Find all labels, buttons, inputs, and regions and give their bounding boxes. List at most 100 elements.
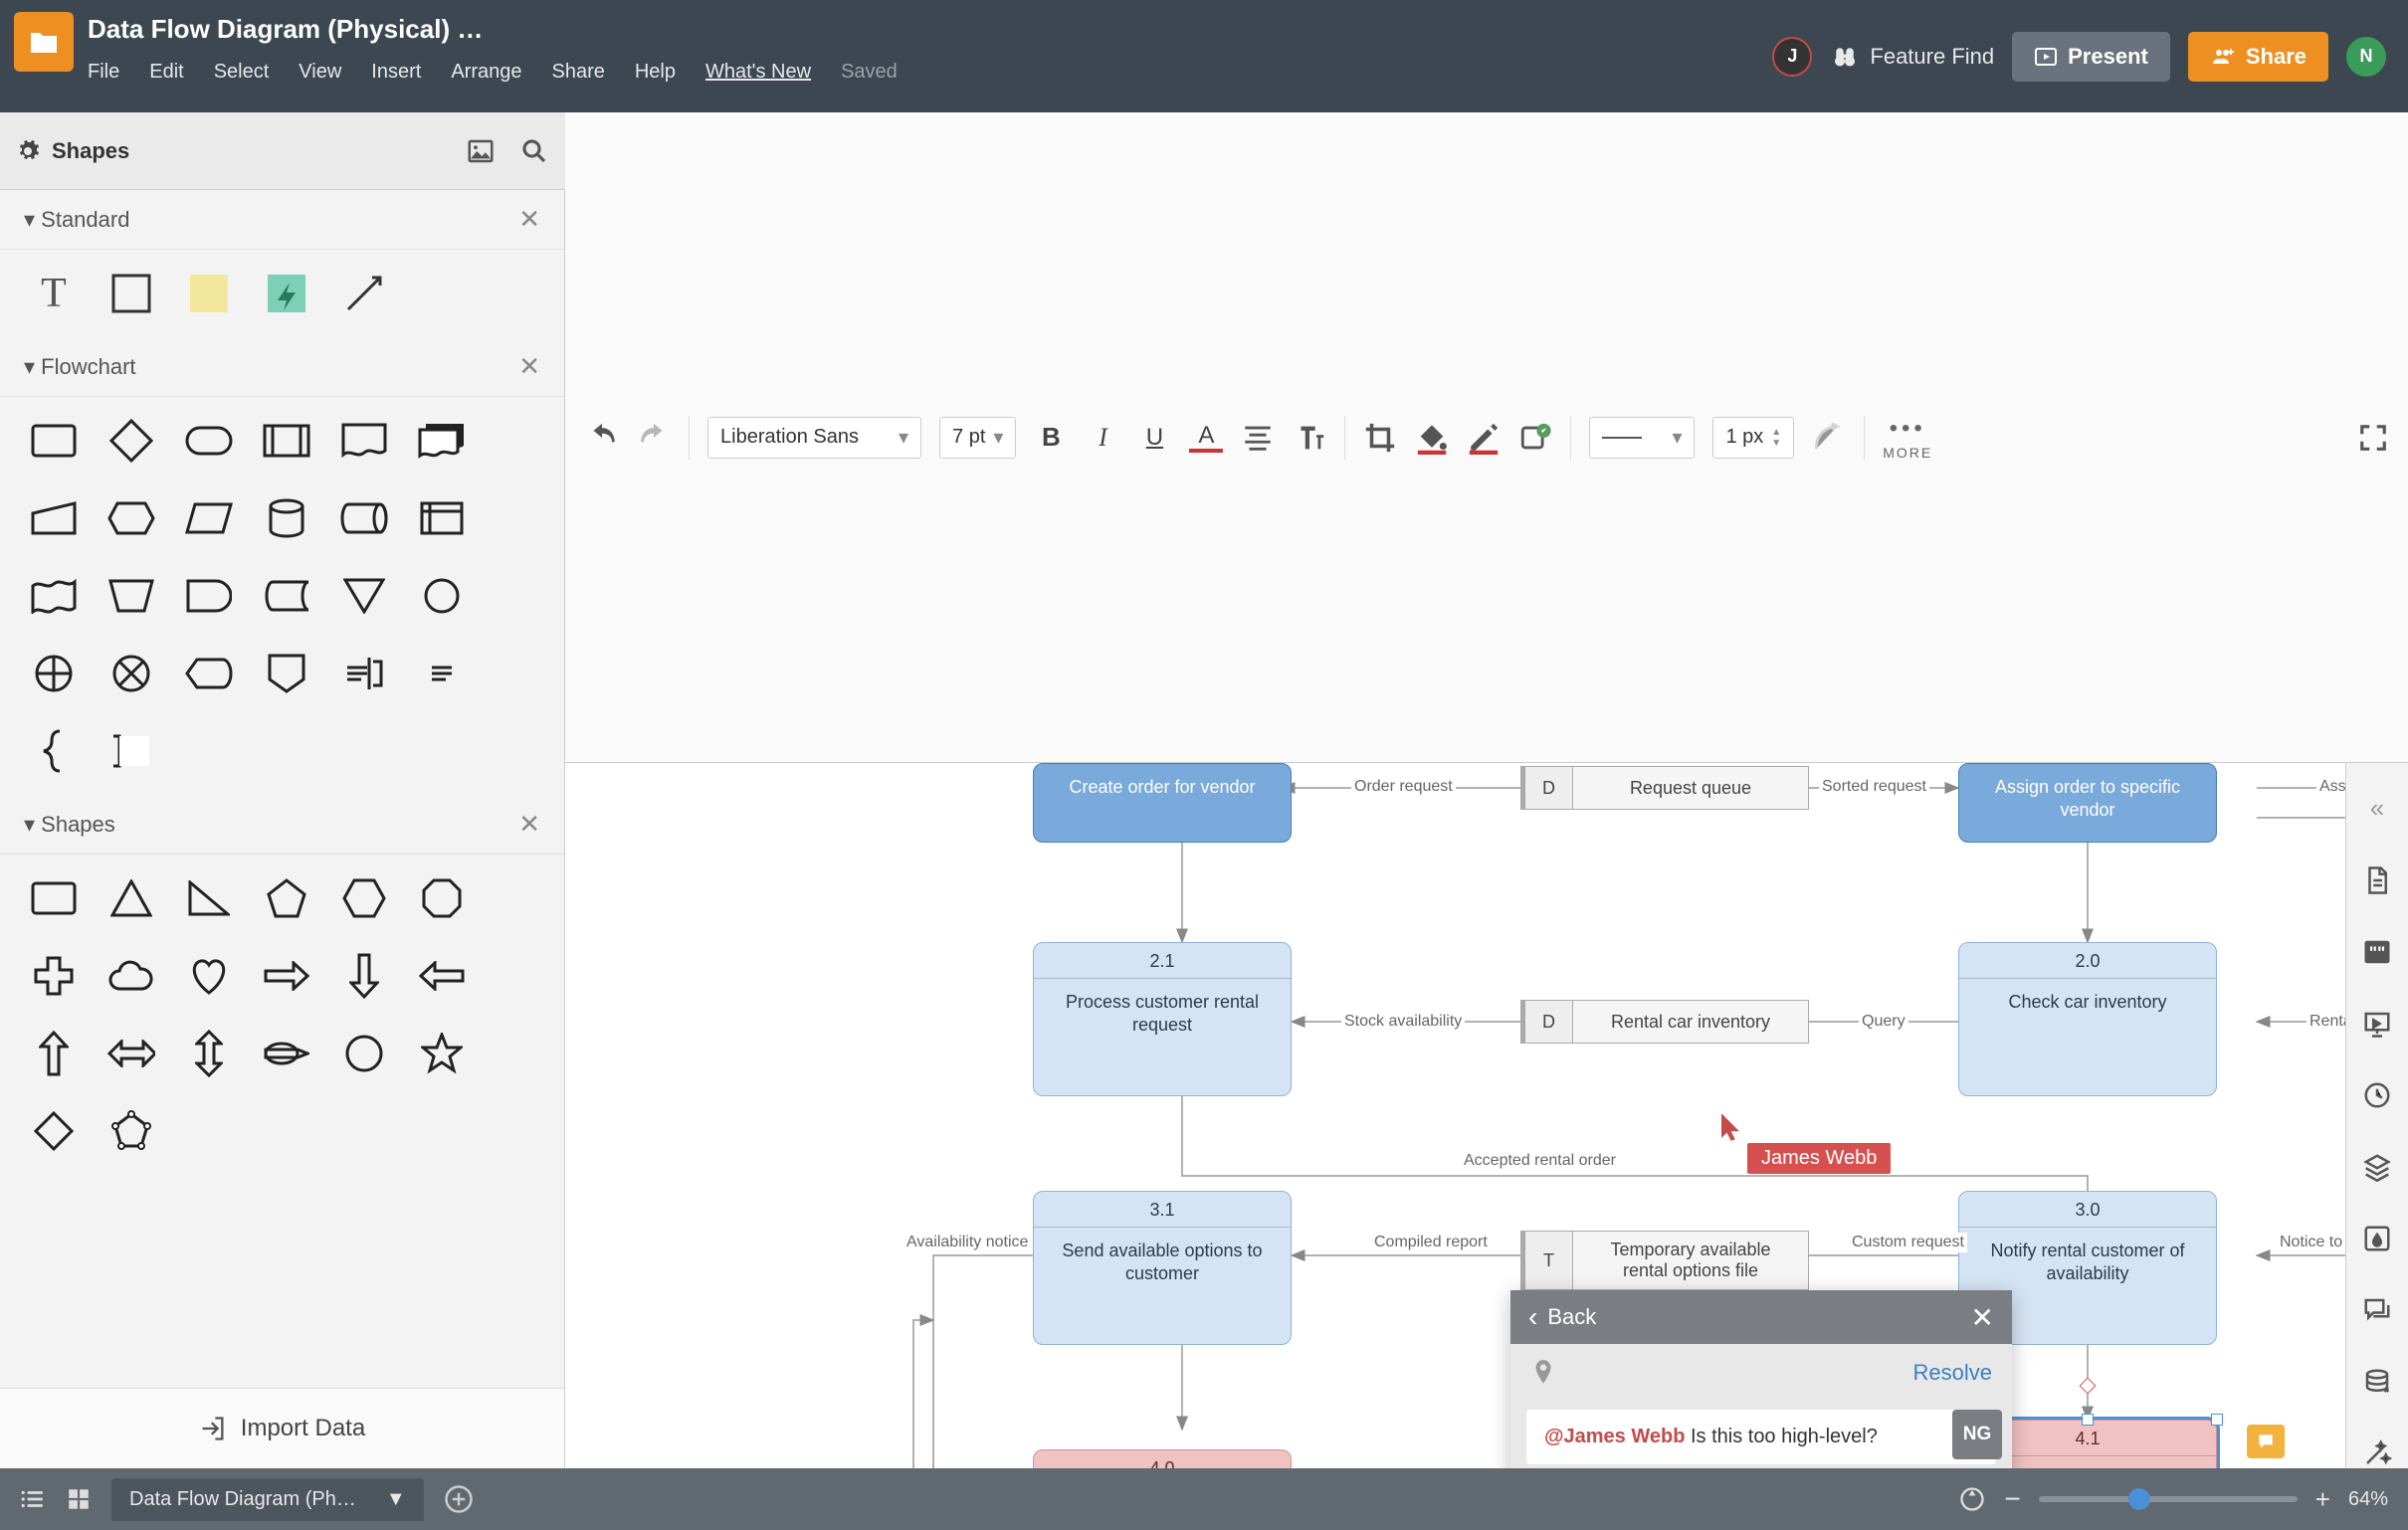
shape-process[interactable] xyxy=(30,417,78,465)
shape-card[interactable] xyxy=(107,727,155,775)
shape-hexagon[interactable] xyxy=(340,874,388,922)
shape-right-triangle[interactable] xyxy=(185,874,233,922)
shape-manual-op[interactable] xyxy=(107,572,155,620)
shape-note-left[interactable] xyxy=(418,650,466,697)
shape-or[interactable] xyxy=(30,650,78,697)
bold-button[interactable]: B xyxy=(1034,421,1068,455)
menu-file[interactable]: File xyxy=(88,61,119,84)
shape-decision[interactable] xyxy=(107,417,155,465)
shape-callout[interactable] xyxy=(263,1030,310,1077)
group-flowchart-header[interactable]: ▾ Flowchart ✕ xyxy=(0,337,564,397)
shape-text[interactable]: T xyxy=(30,270,78,317)
diagram-canvas[interactable]: Create order for vendor DRequest queue A… xyxy=(565,763,2346,1468)
shape-merge[interactable] xyxy=(340,572,388,620)
shape-sum[interactable] xyxy=(107,650,155,697)
list-view-icon[interactable] xyxy=(20,1486,46,1512)
shape-circle[interactable] xyxy=(340,1030,388,1077)
zoom-level[interactable]: 64% xyxy=(2348,1488,2388,1511)
feature-find-button[interactable]: Feature Find xyxy=(1830,42,1994,72)
menu-edit[interactable]: Edit xyxy=(149,61,183,84)
zoom-out-button[interactable]: − xyxy=(2004,1483,2020,1515)
menu-select[interactable]: Select xyxy=(214,61,270,84)
line-width-select[interactable]: 1 px▲▼ xyxy=(1712,417,1794,459)
shape-hotspot[interactable] xyxy=(263,270,310,317)
group-standard-header[interactable]: ▾ Standard ✕ xyxy=(0,190,564,250)
quote-icon[interactable]: "" xyxy=(2362,937,2392,967)
text-style-button[interactable] xyxy=(1293,421,1326,455)
menu-view[interactable]: View xyxy=(299,61,341,84)
undo-button[interactable] xyxy=(585,421,619,455)
comment-indicator-icon[interactable] xyxy=(2247,1425,2285,1458)
pencil-button[interactable] xyxy=(1467,421,1501,455)
page-tab[interactable]: Data Flow Diagram (Ph…▼ xyxy=(111,1478,424,1521)
search-icon[interactable] xyxy=(519,136,549,166)
shape-multidoc[interactable] xyxy=(418,417,466,465)
shape-connector[interactable] xyxy=(418,572,466,620)
close-group-icon[interactable]: ✕ xyxy=(518,204,540,235)
datastore-request-queue[interactable]: DRequest queue xyxy=(1520,766,1809,810)
shape-data[interactable] xyxy=(185,494,233,542)
shape-octagon[interactable] xyxy=(418,874,466,922)
zoom-slider[interactable] xyxy=(2039,1496,2298,1502)
shape-arrow-down[interactable] xyxy=(340,952,388,1000)
shape-database[interactable] xyxy=(263,494,310,542)
group-shapes-header[interactable]: ▾ Shapes ✕ xyxy=(0,795,564,855)
node-assign-order[interactable]: Assign order to specific vendor xyxy=(1958,763,2217,843)
underline-button[interactable]: U xyxy=(1137,421,1171,455)
fullscreen-button[interactable] xyxy=(2358,423,2388,453)
shape-arrow-updown[interactable] xyxy=(185,1030,233,1077)
shape-pentagon[interactable] xyxy=(263,874,310,922)
shape-arrow-right[interactable] xyxy=(263,952,310,1000)
datastore-temp-file[interactable]: TTemporary available rental options file xyxy=(1520,1231,1809,1290)
shape-rect[interactable] xyxy=(30,874,78,922)
line-endpoint-button[interactable] xyxy=(1812,421,1846,455)
zoom-in-button[interactable]: + xyxy=(2315,1484,2330,1515)
shape-cross[interactable] xyxy=(30,952,78,1000)
shape-document[interactable] xyxy=(340,417,388,465)
layers-icon[interactable] xyxy=(2362,1152,2392,1182)
rail-collapse-icon[interactable]: « xyxy=(2370,793,2384,824)
text-color-button[interactable]: A xyxy=(1189,423,1223,453)
shape-arrow-leftright[interactable] xyxy=(107,1030,155,1077)
menu-insert[interactable]: Insert xyxy=(371,61,421,84)
shape-terminator[interactable] xyxy=(185,417,233,465)
shape-offpage[interactable] xyxy=(263,650,310,697)
shape-style-button[interactable] xyxy=(1518,421,1552,455)
menu-whatsnew[interactable]: What's New xyxy=(705,61,811,84)
import-data-button[interactable]: Import Data xyxy=(0,1388,564,1468)
shape-triangle[interactable] xyxy=(107,874,155,922)
image-icon[interactable] xyxy=(466,136,496,166)
document-icon[interactable] xyxy=(2362,865,2392,895)
close-group-icon[interactable]: ✕ xyxy=(518,351,540,382)
fontsize-select[interactable]: 7 pt▾ xyxy=(939,417,1016,459)
shape-diamond[interactable] xyxy=(30,1107,78,1155)
shape-display[interactable] xyxy=(185,650,233,697)
presentation-icon[interactable] xyxy=(2362,1009,2392,1039)
menu-help[interactable]: Help xyxy=(635,61,676,84)
shape-poly-edit[interactable] xyxy=(107,1107,155,1155)
present-button[interactable]: Present xyxy=(2012,32,2170,82)
align-button[interactable] xyxy=(1241,421,1275,455)
shape-stored-data[interactable] xyxy=(263,572,310,620)
app-logo[interactable] xyxy=(14,12,74,72)
menu-share[interactable]: Share xyxy=(551,61,604,84)
shape-note-right[interactable] xyxy=(340,650,388,697)
italic-button[interactable]: I xyxy=(1086,421,1119,455)
shapes-panel-header[interactable]: Shapes xyxy=(16,138,129,164)
target-icon[interactable] xyxy=(1958,1485,1986,1513)
data-icon[interactable] xyxy=(2362,1367,2392,1397)
menu-arrange[interactable]: Arrange xyxy=(451,61,521,84)
shape-direct-data[interactable] xyxy=(340,494,388,542)
shape-line[interactable] xyxy=(340,270,388,317)
shape-delay[interactable] xyxy=(185,572,233,620)
history-icon[interactable] xyxy=(2362,1080,2392,1110)
shape-heart[interactable] xyxy=(185,952,233,1000)
line-style-select[interactable]: ▾ xyxy=(1589,417,1695,459)
close-group-icon[interactable]: ✕ xyxy=(518,809,540,840)
collaborator-avatar-j[interactable]: J xyxy=(1772,37,1812,77)
user-avatar-n[interactable]: N xyxy=(2346,37,2386,77)
shape-manual-input[interactable] xyxy=(30,494,78,542)
more-button[interactable]: ••• MORE xyxy=(1883,415,1932,461)
shape-note[interactable] xyxy=(185,270,233,317)
shape-predefined[interactable] xyxy=(263,417,310,465)
